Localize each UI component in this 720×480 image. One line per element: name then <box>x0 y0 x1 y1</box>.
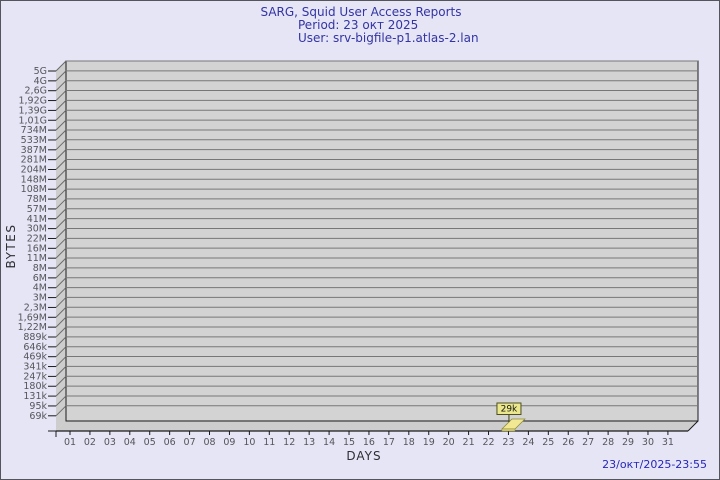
y-tick-label: 69k <box>29 411 47 422</box>
bar-front-face <box>501 428 516 432</box>
x-tick-label: 29 <box>622 437 634 448</box>
x-tick-label: 23 <box>502 437 514 448</box>
x-tick-label: 12 <box>283 437 295 448</box>
floor <box>56 421 698 431</box>
y-axis-tick-labels: 5G4G2,6G1,92G1,39G1,01G734M533M387M281M2… <box>18 66 48 422</box>
back-wall <box>65 60 699 422</box>
generated-timestamp: 23/окт/2025-23:55 <box>602 458 707 471</box>
x-tick-label: 04 <box>124 437 136 448</box>
x-tick-label: 28 <box>602 437 614 448</box>
x-tick-label: 17 <box>383 437 395 448</box>
x-tick-label: 01 <box>64 437 76 448</box>
x-tick-label: 09 <box>223 437 235 448</box>
x-tick-label: 14 <box>323 437 335 448</box>
x-tick-label: 06 <box>164 437 176 448</box>
x-tick-label: 05 <box>144 437 156 448</box>
bytes-per-day-bar-chart: 5G4G2,6G1,92G1,39G1,01G734M533M387M281M2… <box>4 60 699 463</box>
x-tick-label: 21 <box>463 437 475 448</box>
x-tick-label: 26 <box>562 437 574 448</box>
x-tick-label: 24 <box>522 437 534 448</box>
x-tick-label: 08 <box>203 437 215 448</box>
x-tick-label: 22 <box>482 437 494 448</box>
x-tick-label: 10 <box>243 437 255 448</box>
x-tick-label: 03 <box>104 437 116 448</box>
x-tick-label: 31 <box>662 437 674 448</box>
x-tick-label: 11 <box>263 437 275 448</box>
x-tick-label: 27 <box>582 437 594 448</box>
x-tick-label: 15 <box>343 437 355 448</box>
x-tick-label: 18 <box>403 437 415 448</box>
x-tick-label: 16 <box>363 437 375 448</box>
x-axis-tick-labels: 01 02 03 04 05 06 07 08 09 10 11 12 13 14 15 16 17 18 19 20… <box>64 437 674 448</box>
x-tick-label: 30 <box>642 437 654 448</box>
x-tick-label: 07 <box>184 437 196 448</box>
bar-value-label: 29k <box>501 405 518 415</box>
x-tick-label: 20 <box>443 437 455 448</box>
x-tick-label: 02 <box>84 437 96 448</box>
y-ticks <box>48 70 56 417</box>
y-axis-title: BYTES <box>4 224 18 269</box>
x-tick-label: 25 <box>542 437 554 448</box>
x-tick-label: 19 <box>423 437 435 448</box>
x-tick-label: 13 <box>303 437 315 448</box>
sarg-report-page: SARG, Squid User Access Reports Period: … <box>0 0 720 480</box>
x-axis-title: DAYS <box>346 449 381 463</box>
